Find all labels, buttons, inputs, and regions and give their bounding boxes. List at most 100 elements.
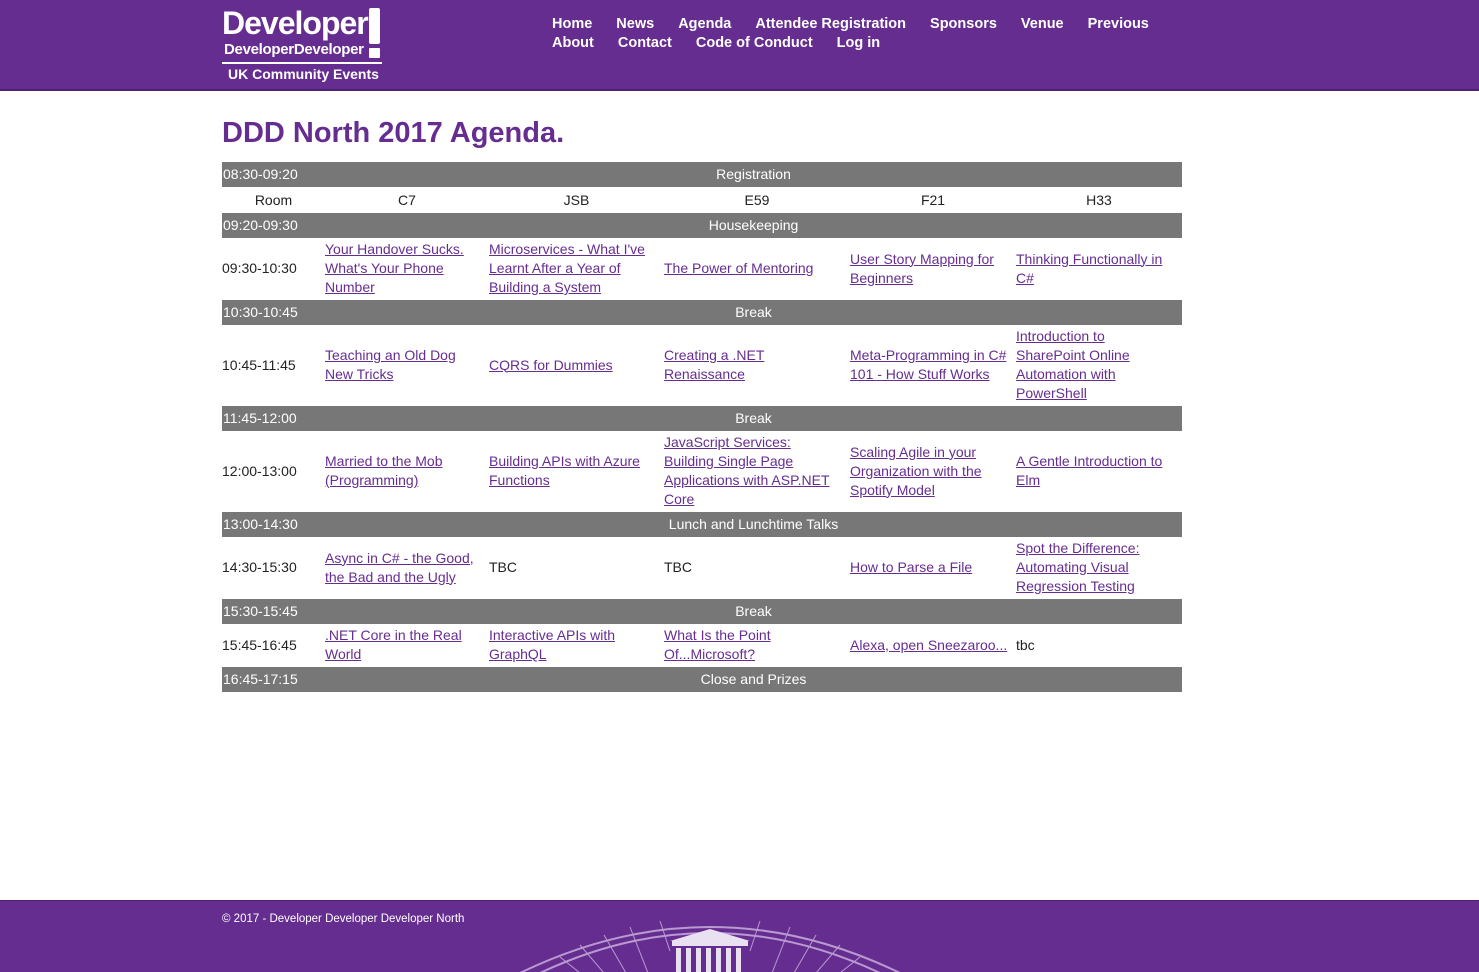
room-column-label: Room — [254, 191, 293, 208]
logo-exclamation-dot — [369, 48, 380, 58]
logo-exclamation-bar — [369, 8, 380, 44]
session-cell: Spot the Difference: Automating Visual R… — [1016, 537, 1182, 599]
session-cell: Microservices - What I've Learnt After a… — [489, 238, 664, 300]
session-link[interactable]: User Story Mapping for Beginners — [850, 250, 1016, 288]
session-link[interactable]: How to Parse a File — [850, 558, 980, 577]
row-time: 15:45-16:45 — [222, 636, 297, 653]
row-time: 13:00-14:30 — [222, 512, 325, 537]
nav-link-news[interactable]: News — [616, 15, 654, 34]
session-link[interactable]: Async in C# - the Good, the Bad and the … — [325, 549, 489, 587]
session-link[interactable]: Teaching an Old Dog New Tricks — [325, 346, 489, 384]
nav-link-log-in[interactable]: Log in — [837, 34, 881, 53]
session-cell: TBC — [489, 537, 664, 599]
session-cell: Your Handover Sucks. What's Your Phone N… — [325, 238, 489, 300]
break-label: Housekeeping — [325, 213, 1183, 238]
nav-link-contact[interactable]: Contact — [618, 34, 672, 53]
agenda-break-row: 15:30-15:45 Break — [222, 599, 1183, 624]
nav-link-code-of-conduct[interactable]: Code of Conduct — [696, 34, 813, 53]
session-cell: Creating a .NET Renaissance — [664, 325, 850, 406]
session-link[interactable]: CQRS for Dummies — [489, 356, 621, 375]
logo-line-3: UK Community Events — [228, 66, 379, 82]
nav-link-attendee-registration[interactable]: Attendee Registration — [755, 15, 906, 34]
session-link[interactable]: .NET Core in the Real World — [325, 626, 489, 664]
session-link[interactable]: Scaling Agile in your Organization with … — [850, 443, 1016, 500]
break-label: Break — [325, 300, 1183, 325]
session-link[interactable]: The Power of Mentoring — [664, 259, 821, 278]
logo-divider — [222, 62, 382, 64]
session-cell: How to Parse a File — [850, 537, 1016, 599]
session-link[interactable]: Meta-Programming in C# 101 - How Stuff W… — [850, 346, 1016, 384]
session-link[interactable]: Your Handover Sucks. What's Your Phone N… — [325, 240, 489, 297]
agenda-break-row: 10:30-10:45 Break — [222, 300, 1183, 325]
session-cell: .NET Core in the Real World — [325, 624, 489, 667]
session-placeholder: tbc — [1016, 636, 1035, 653]
session-cell: User Story Mapping for Beginners — [850, 238, 1016, 300]
session-link[interactable]: What Is the Point Of...Microsoft? — [664, 626, 850, 664]
session-cell: What Is the Point Of...Microsoft? — [664, 624, 850, 667]
session-link[interactable]: Married to the Mob (Programming) — [325, 452, 489, 490]
agenda-session-row: 10:45-11:45 Teaching an Old Dog New Trick… — [222, 325, 1182, 406]
room-name-f21: F21 — [920, 191, 946, 208]
row-time: 09:30-10:30 — [222, 260, 297, 276]
session-cell: JavaScript Services: Building Single Pag… — [664, 431, 850, 512]
session-cell: Async in C# - the Good, the Bad and the … — [325, 537, 489, 599]
session-cell: The Power of Mentoring — [664, 238, 850, 300]
break-label: Break — [325, 599, 1183, 624]
session-cell: Meta-Programming in C# 101 - How Stuff W… — [850, 325, 1016, 406]
session-cell: Building APIs with Azure Functions — [489, 431, 664, 512]
session-cell: Teaching an Old Dog New Tricks — [325, 325, 489, 406]
session-placeholder: TBC — [489, 559, 517, 575]
room-name-jsb: JSB — [563, 191, 590, 208]
row-time: 11:45-12:00 — [222, 406, 325, 431]
session-link[interactable]: Creating a .NET Renaissance — [664, 346, 850, 384]
agenda-break-row: 11:45-12:00 Break — [222, 406, 1183, 431]
site-logo[interactable]: Developer DeveloperDeveloper UK Communit… — [222, 6, 384, 84]
session-link[interactable]: Building APIs with Azure Functions — [489, 452, 664, 490]
row-time: 08:30-09:20 — [222, 162, 325, 187]
agenda-table: 08:30-09:20 Registration Room C7 JSB E59 F21 H3… — [222, 162, 1183, 692]
site-header: Developer DeveloperDeveloper UK Communit… — [0, 0, 1479, 91]
session-link[interactable]: Microservices - What I've Learnt After a… — [489, 240, 664, 297]
bridge-illustration — [520, 920, 900, 972]
session-cell: Married to the Mob (Programming) — [325, 431, 489, 512]
session-cell: Alexa, open Sneezaroo... — [850, 624, 1016, 667]
session-cell: Thinking Functionally in C# — [1016, 238, 1182, 300]
nav-link-sponsors[interactable]: Sponsors — [930, 15, 997, 34]
agenda-session-row: 12:00-13:00 Married to the Mob (Programmi… — [222, 431, 1182, 512]
nav-link-about[interactable]: About — [552, 34, 594, 53]
nav-link-venue[interactable]: Venue — [1021, 15, 1064, 34]
nav-link-previous[interactable]: Previous — [1088, 15, 1149, 34]
session-link[interactable]: Spot the Difference: Automating Visual R… — [1016, 539, 1182, 596]
session-link[interactable]: A Gentle Introduction to Elm — [1016, 452, 1182, 490]
site-footer: © 2017 - Developer Developer Developer N… — [0, 900, 1479, 972]
session-link[interactable]: JavaScript Services: Building Single Pag… — [664, 433, 850, 509]
session-cell: A Gentle Introduction to Elm — [1016, 431, 1182, 512]
room-name-e59: E59 — [744, 191, 770, 208]
row-time: 09:20-09:30 — [222, 213, 325, 238]
main-nav: Home News Agenda Attendee Registration Spons… — [552, 15, 1172, 53]
row-time: 16:45-17:15 — [222, 667, 325, 692]
footer-copyright: © 2017 - Developer Developer Developer N… — [222, 913, 465, 925]
logo-line-2: DeveloperDeveloper — [224, 41, 364, 58]
agenda-break-row: 16:45-17:15 Close and Prizes — [222, 667, 1183, 692]
session-cell: TBC — [664, 537, 850, 599]
session-link[interactable]: Interactive APIs with GraphQL — [489, 626, 664, 664]
session-link[interactable]: Introduction to SharePoint Online Automa… — [1016, 327, 1182, 403]
nav-link-home[interactable]: Home — [552, 15, 592, 34]
page-title: DDD North 2017 Agenda. — [222, 117, 565, 149]
nav-row-1: Home News Agenda Attendee Registration Spons… — [552, 15, 1172, 34]
row-time: 12:00-13:00 — [222, 462, 297, 479]
break-label: Break — [325, 406, 1183, 431]
agenda-break-row: 08:30-09:20 Registration — [222, 162, 1183, 187]
agenda-break-row: 13:00-14:30 Lunch and Lunchtime Talks — [222, 512, 1183, 537]
room-name-c7: C7 — [398, 191, 416, 208]
session-link[interactable]: Alexa, open Sneezaroo... — [850, 636, 1015, 655]
agenda-session-row: 15:45-16:45 .NET Core in the Real World In… — [222, 624, 1182, 667]
session-link[interactable]: Thinking Functionally in C# — [1016, 250, 1182, 288]
logo-line-1: Developer — [222, 5, 369, 41]
session-cell: Introduction to SharePoint Online Automa… — [1016, 325, 1182, 406]
nav-link-agenda[interactable]: Agenda — [678, 15, 731, 34]
room-header-row: Room C7 JSB E59 F21 H33 — [222, 187, 1182, 213]
session-cell: tbc — [1016, 624, 1182, 667]
room-name-h33: H33 — [1086, 191, 1112, 208]
